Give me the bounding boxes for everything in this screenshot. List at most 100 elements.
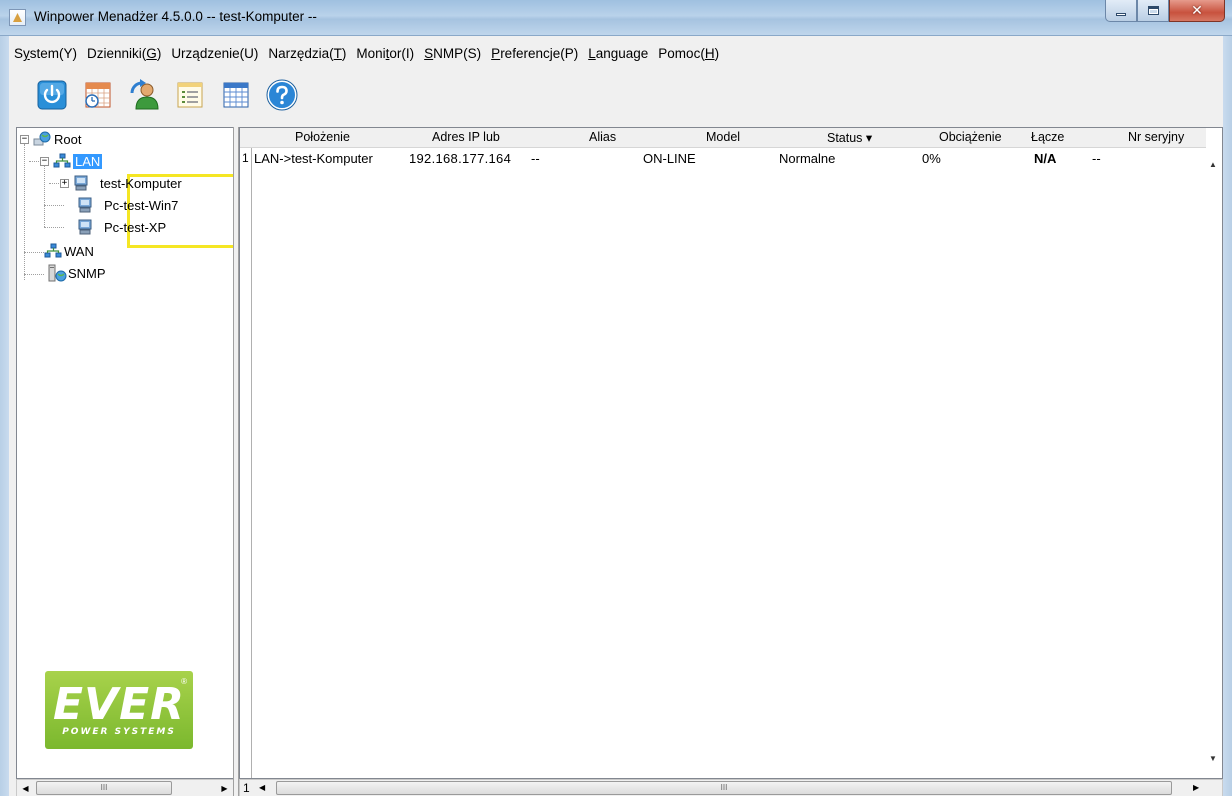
- minimize-icon: [1116, 13, 1126, 16]
- user-refresh-icon: [130, 79, 159, 110]
- tree-node-lan[interactable]: − LAN: [40, 151, 103, 171]
- device-table: Położenie Adres IP lub Alias Model Statu…: [239, 127, 1223, 779]
- logo-registered-mark: ®: [181, 677, 187, 686]
- tree-line: [24, 252, 44, 253]
- scroll-track[interactable]: III: [34, 780, 216, 796]
- row-number-column: [240, 148, 252, 778]
- title-bar: Winpower Menadżer 4.5.0.0 -- test-Komput…: [0, 0, 1232, 36]
- table-vertical-scrollbar[interactable]: ▲ ▼: [1206, 128, 1222, 778]
- cell-model: ON-LINE: [643, 151, 696, 166]
- tree-line: [24, 144, 25, 280]
- tree-node-wan[interactable]: WAN: [44, 241, 94, 261]
- tree-line: [24, 274, 44, 275]
- ever-logo: EVER ® POWER SYSTEMS: [45, 671, 193, 749]
- tree-node-root[interactable]: − Root: [20, 129, 81, 149]
- minimize-button[interactable]: [1105, 0, 1137, 22]
- cell-load: 0%: [922, 151, 941, 166]
- snmp-device-icon: [48, 264, 67, 282]
- column-header-alias[interactable]: Alias: [589, 130, 616, 144]
- table-horizontal-scrollbar[interactable]: 1 ◀ III ▶: [239, 779, 1223, 796]
- menu-monitor[interactable]: Monitor(I): [351, 45, 419, 65]
- device-tree: − Root − LAN + test-Komputer Pc-test-Win…: [16, 127, 250, 779]
- cell-serial: --: [1092, 151, 1101, 166]
- tree-label-wan: WAN: [64, 243, 94, 259]
- user-refresh-button[interactable]: [128, 79, 160, 111]
- wan-network-icon: [44, 243, 62, 258]
- menu-system[interactable]: System(Y): [9, 45, 82, 65]
- expand-icon[interactable]: +: [60, 178, 69, 188]
- cell-location: LAN->test-Komputer: [254, 151, 373, 166]
- schedule-button[interactable]: [82, 79, 114, 111]
- column-header-serial[interactable]: Nr seryjny: [1128, 130, 1184, 144]
- menu-dzienniki[interactable]: Dzienniki(G): [82, 45, 166, 65]
- tree-node-snmp[interactable]: SNMP: [47, 263, 106, 283]
- lan-network-icon: [53, 153, 71, 168]
- scroll-up-arrow[interactable]: ▲: [1209, 160, 1217, 169]
- tree-horizontal-scrollbar[interactable]: ◀ III ▶: [16, 779, 234, 796]
- scroll-right-arrow[interactable]: ▶: [1193, 783, 1199, 792]
- collapse-icon[interactable]: −: [40, 156, 49, 166]
- tree-label-root: Root: [54, 131, 82, 147]
- scroll-right-arrow[interactable]: ▶: [216, 780, 233, 796]
- tree-line: [44, 227, 64, 228]
- column-header-ip[interactable]: Adres IP lub: [432, 130, 500, 144]
- column-header-load[interactable]: Obciążenie: [939, 130, 1002, 144]
- scroll-grip: III: [720, 783, 728, 792]
- computer-icon: [74, 175, 88, 191]
- computer-icon: [78, 219, 92, 235]
- help-button[interactable]: [266, 79, 298, 111]
- menu-pomoc[interactable]: Pomoc(H): [653, 45, 724, 65]
- tree-label-lan: LAN: [73, 153, 103, 169]
- window-frame-left: [0, 36, 9, 796]
- schedule-icon: [85, 82, 111, 108]
- tree-label-snmp: SNMP: [68, 265, 106, 281]
- close-button[interactable]: ✕: [1169, 0, 1225, 22]
- cell-ip: 192.168.177.164: [409, 151, 512, 166]
- row-index: 1: [242, 151, 249, 165]
- table-icon: [223, 82, 249, 108]
- scroll-thumb[interactable]: III: [36, 781, 172, 795]
- column-header-location[interactable]: Położenie: [295, 130, 350, 144]
- column-header-status[interactable]: Status ▾: [827, 130, 872, 145]
- help-icon: [266, 79, 298, 111]
- power-icon: [37, 80, 67, 110]
- column-header-link[interactable]: Łącze: [1031, 130, 1064, 144]
- ever-logo-subtitle: POWER SYSTEMS: [62, 727, 176, 737]
- table-button[interactable]: [220, 79, 252, 111]
- tree-label-host: test-Komputer: [100, 175, 182, 191]
- cell-status: Normalne: [779, 151, 836, 166]
- maximize-icon: [1147, 6, 1159, 15]
- list-button[interactable]: [174, 79, 206, 111]
- column-header-model[interactable]: Model: [706, 130, 740, 144]
- tree-node-host[interactable]: + test-Komputer: [60, 173, 182, 193]
- window-title: Winpower Menadżer 4.5.0.0 -- test-Komput…: [34, 9, 317, 24]
- menu-urzadzenie[interactable]: Urządzenie(U): [166, 45, 263, 65]
- scroll-down-arrow[interactable]: ▼: [1209, 754, 1217, 763]
- menu-bar: System(Y) Dzienniki(G) Urządzenie(U) Nar…: [9, 45, 724, 65]
- java-app-icon: [9, 9, 26, 26]
- list-icon: [177, 82, 203, 108]
- computer-icon: [78, 197, 92, 213]
- power-button[interactable]: [36, 79, 68, 111]
- scroll-thumb[interactable]: III: [276, 781, 1172, 795]
- tree-line: [29, 161, 39, 162]
- network-globe-icon: [33, 131, 51, 146]
- menu-snmp[interactable]: SNMP(S): [419, 45, 486, 65]
- window-controls: ✕: [1105, 0, 1225, 22]
- tree-label-host: Pc-test-Win7: [104, 197, 179, 213]
- scroll-left-arrow[interactable]: ◀: [17, 780, 34, 796]
- menu-language[interactable]: Language: [583, 45, 653, 65]
- tree-node-host[interactable]: Pc-test-XP: [73, 217, 166, 237]
- scroll-left-arrow[interactable]: ◀: [259, 783, 265, 792]
- table-row[interactable]: 1 LAN->test-Komputer 192.168.177.164 -- …: [240, 150, 1208, 170]
- client-area: System(Y) Dzienniki(G) Urządzenie(U) Nar…: [9, 36, 1223, 796]
- tree-line: [44, 165, 45, 227]
- menu-preferencje[interactable]: Preferencje(P): [486, 45, 583, 65]
- collapse-icon[interactable]: −: [20, 134, 29, 144]
- tree-label-host: Pc-test-XP: [104, 219, 167, 235]
- ever-logo-text: EVER: [52, 679, 186, 730]
- tree-node-host[interactable]: Pc-test-Win7: [73, 195, 178, 215]
- maximize-button[interactable]: [1137, 0, 1169, 22]
- window-frame-right: [1223, 36, 1232, 796]
- menu-narzedzia[interactable]: Narzędzia(T): [263, 45, 351, 65]
